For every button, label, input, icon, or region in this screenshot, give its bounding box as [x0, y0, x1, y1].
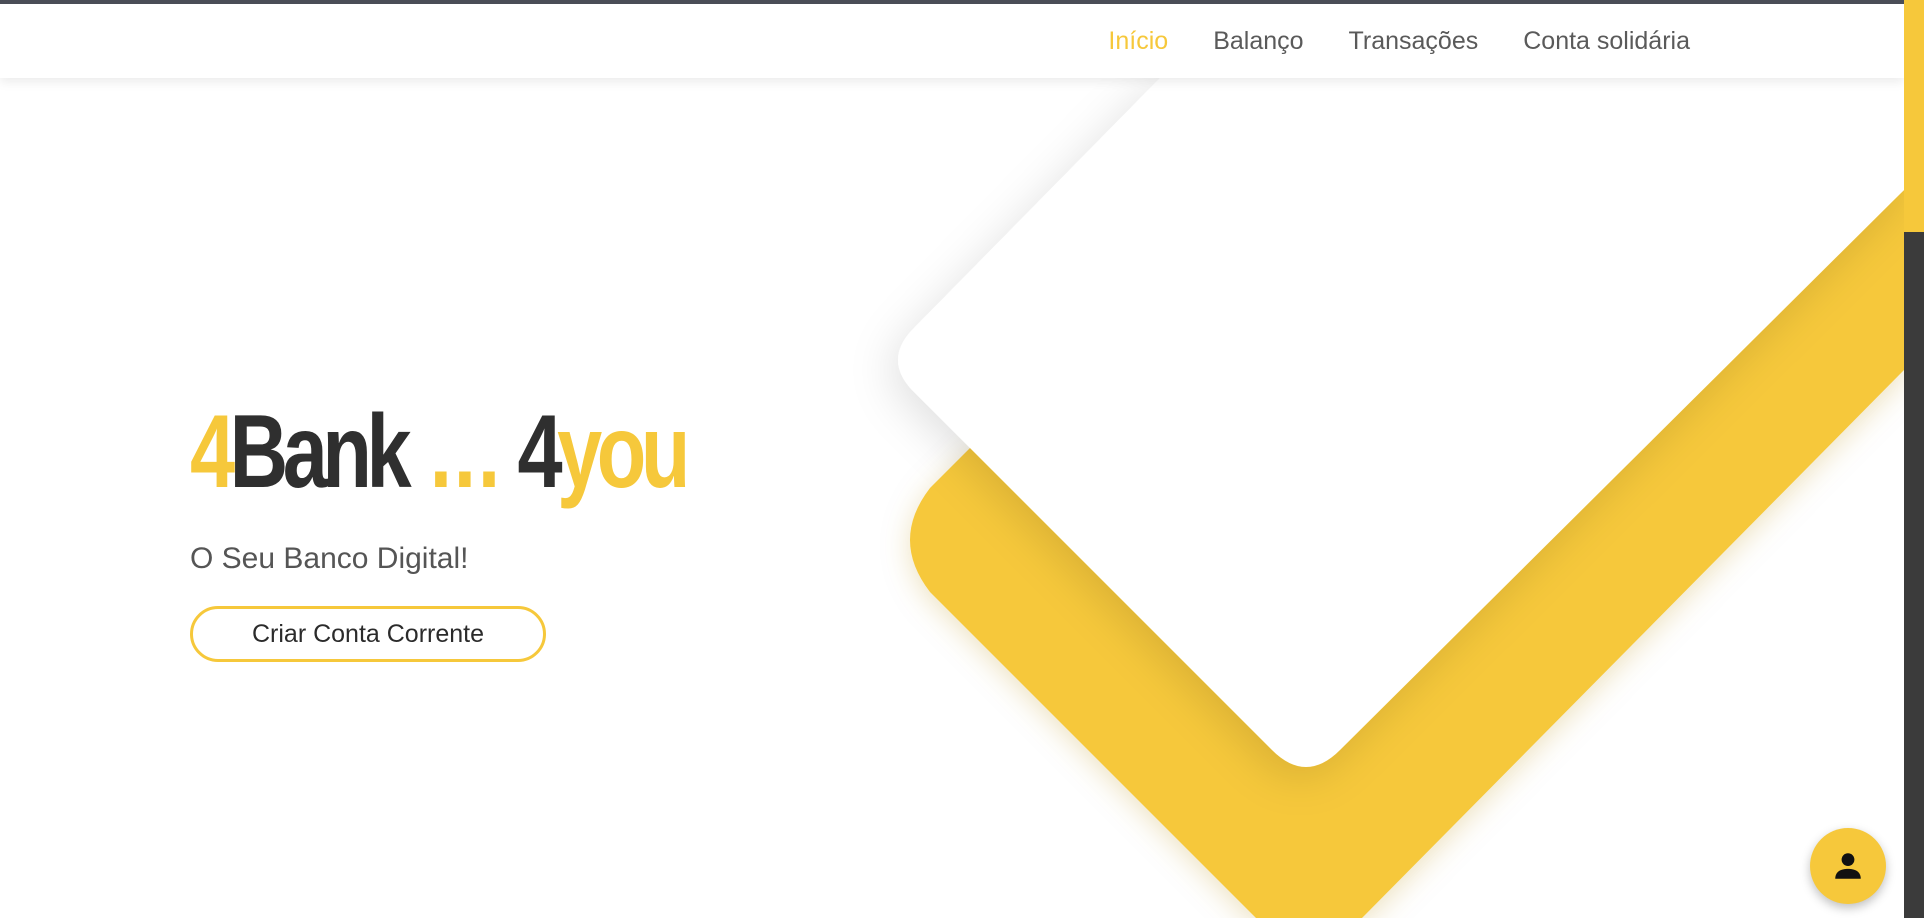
brand-part1-accent: 4	[190, 394, 235, 510]
hero-tagline: O Seu Banco Digital!	[190, 542, 469, 575]
nav-item-inicio[interactable]: Início	[1108, 27, 1168, 55]
person-icon	[1835, 853, 1861, 879]
user-profile-button[interactable]	[1810, 828, 1886, 904]
create-account-button[interactable]: Criar Conta Corrente	[190, 606, 546, 662]
brand-part2-accent: you	[557, 394, 690, 510]
nav-item-balanco[interactable]: Balanço	[1213, 27, 1303, 55]
scrollbar-thumb[interactable]	[1904, 0, 1924, 232]
brand-separator: ...	[429, 394, 502, 510]
brand-part2-main: 4	[517, 394, 562, 510]
hero-section: 4Bank... 4you O Seu Banco Digital! Criar …	[190, 400, 825, 662]
page-scrollbar[interactable]	[1904, 0, 1924, 918]
top-strip	[0, 0, 1904, 4]
top-navbar: Início Balanço Transações Conta solidári…	[0, 4, 1904, 78]
nav-menu: Início Balanço Transações Conta solidári…	[1108, 4, 1690, 78]
nav-item-transacoes[interactable]: Transações	[1349, 27, 1479, 55]
nav-item-conta-solidaria[interactable]: Conta solidária	[1523, 27, 1690, 55]
page: Início Balanço Transações Conta solidári…	[0, 0, 1924, 918]
brand-logo-text: 4Bank... 4you	[190, 400, 690, 504]
brand-part1-main: Bank	[229, 394, 412, 510]
